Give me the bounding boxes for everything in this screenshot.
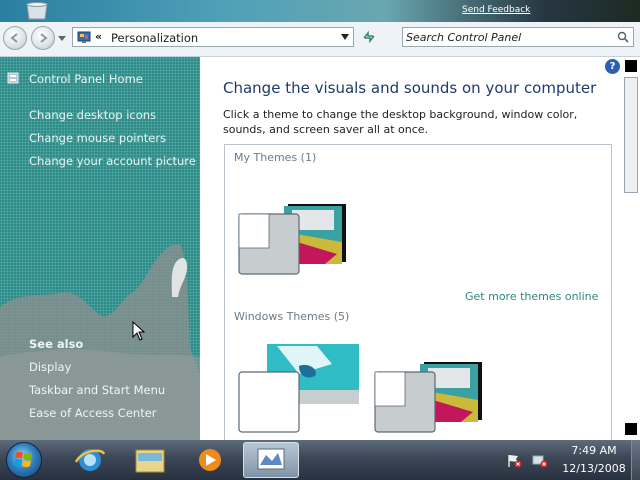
- control-panel-icon: [77, 31, 91, 43]
- show-desktop-button[interactable]: [631, 440, 640, 480]
- media-player-icon[interactable]: [182, 442, 238, 478]
- scroll-up-button[interactable]: [625, 60, 637, 72]
- recycle-bin-icon[interactable]: [22, 2, 52, 20]
- forward-button[interactable]: [31, 26, 55, 50]
- page-title: Change the visuals and sounds on your co…: [223, 79, 597, 97]
- windows-explorer-icon[interactable]: [122, 442, 178, 478]
- taskbar: 7:49 AM 12/13/2008: [0, 440, 640, 480]
- help-icon[interactable]: ?: [605, 59, 620, 74]
- back-arrow-icon: [10, 33, 18, 43]
- theme-thumbnail-windows-7[interactable]: [237, 344, 361, 434]
- display-link[interactable]: Display: [29, 360, 71, 374]
- see-also-heading: See also: [29, 337, 84, 351]
- vertical-scrollbar[interactable]: [622, 57, 640, 440]
- my-themes-heading: My Themes (1): [234, 151, 317, 164]
- change-mouse-pointers-link[interactable]: Change mouse pointers: [29, 131, 166, 145]
- scroll-thumb[interactable]: [624, 77, 638, 193]
- breadcrumb-personalization[interactable]: Personalization: [111, 31, 198, 45]
- mouse-pointer-icon: [132, 321, 146, 341]
- personalization-taskbar-button[interactable]: [243, 442, 299, 478]
- theme-thumbnail-architecture[interactable]: [373, 360, 485, 436]
- refresh-icon[interactable]: [358, 27, 380, 47]
- search-input[interactable]: [406, 30, 606, 44]
- desktop-strip: Send Feedback: [0, 0, 640, 22]
- address-toolbar: « Personalization: [0, 22, 640, 57]
- page-description: Click a theme to change the desktop back…: [223, 108, 578, 136]
- main-content: ? Change the visuals and sounds on your …: [200, 57, 622, 444]
- start-button[interactable]: [6, 442, 42, 478]
- send-feedback-link[interactable]: Send Feedback: [462, 5, 530, 15]
- address-box[interactable]: « Personalization: [72, 27, 354, 47]
- internet-explorer-icon[interactable]: [62, 442, 118, 478]
- left-task-pane: Control Panel Home Change desktop icons …: [0, 57, 200, 440]
- chevron-down-icon[interactable]: [341, 34, 349, 40]
- change-account-picture-link[interactable]: Change your account picture: [29, 154, 196, 168]
- network-icon[interactable]: [532, 454, 548, 468]
- scroll-down-button[interactable]: [625, 423, 637, 435]
- clock-date[interactable]: 12/13/2008: [558, 462, 630, 475]
- search-icon[interactable]: [617, 31, 629, 43]
- breadcrumb-overflow-chevron[interactable]: «: [95, 30, 102, 43]
- windows-logo-icon: [14, 451, 32, 468]
- search-box[interactable]: [402, 27, 634, 47]
- action-center-flag-icon[interactable]: [506, 454, 522, 468]
- clock-time[interactable]: 7:49 AM: [558, 444, 630, 457]
- desktop-background: [0, 0, 640, 22]
- forward-arrow-icon: [40, 33, 48, 43]
- windows-themes-heading: Windows Themes (5): [234, 310, 350, 323]
- theme-gallery: My Themes (1) Get more themes online Win…: [224, 144, 612, 444]
- ease-of-access-link[interactable]: Ease of Access Center: [29, 406, 157, 420]
- theme-thumbnail-my-theme[interactable]: [237, 202, 349, 278]
- control-panel-home-icon: [7, 72, 19, 84]
- taskbar-start-menu-link[interactable]: Taskbar and Start Menu: [29, 383, 165, 397]
- change-desktop-icons-link[interactable]: Change desktop icons: [29, 108, 156, 122]
- control-panel-home-link[interactable]: Control Panel Home: [29, 72, 143, 86]
- personalization-window-icon: [257, 448, 285, 470]
- recent-pages-dropdown[interactable]: [58, 34, 66, 42]
- back-button[interactable]: [3, 26, 27, 50]
- get-more-themes-link[interactable]: Get more themes online: [465, 290, 598, 303]
